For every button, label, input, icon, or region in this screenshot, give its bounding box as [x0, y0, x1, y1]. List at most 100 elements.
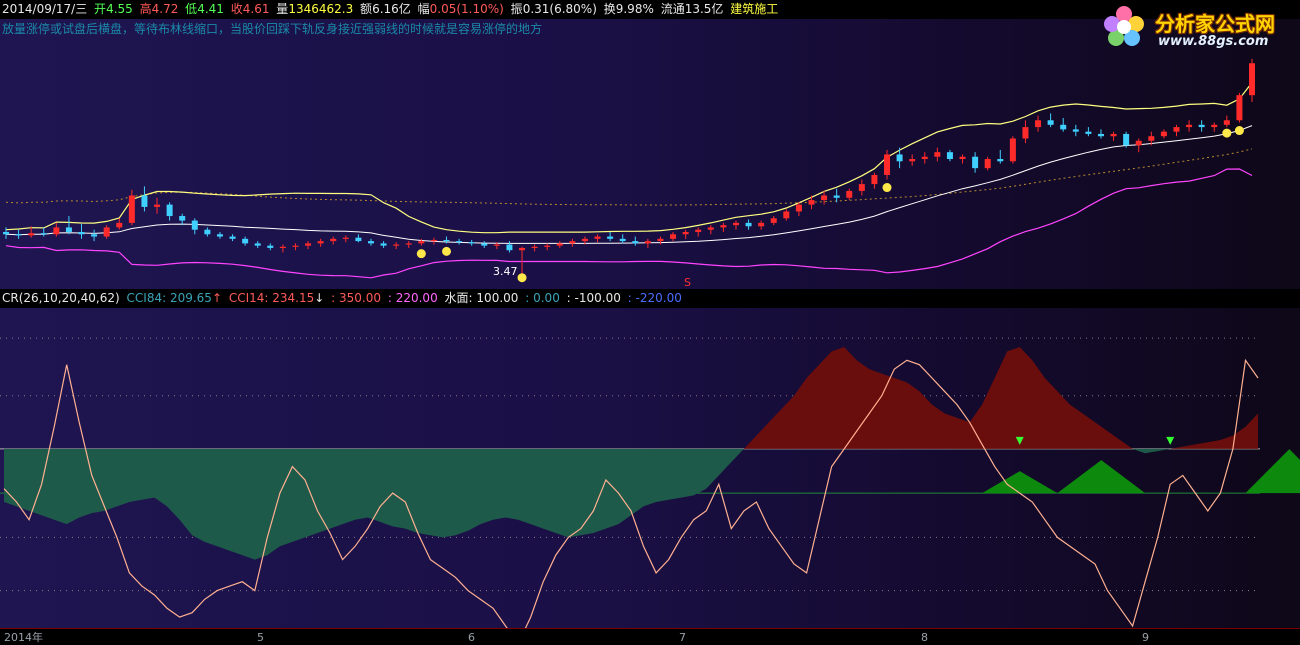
candle-body	[707, 227, 714, 230]
candle-body	[556, 243, 563, 246]
turnover-label: 换	[603, 2, 616, 16]
candle-body	[833, 195, 840, 198]
indicator-name[interactable]: CR(26,10,20,40,62)	[2, 291, 120, 305]
candle-body	[1135, 140, 1142, 146]
candle-body	[1072, 129, 1079, 132]
candle-body	[91, 234, 98, 237]
cci84-label: CCI84:	[126, 291, 167, 305]
candle-body	[1123, 133, 1130, 146]
level-0: : 0.00	[525, 291, 560, 305]
candle-body	[1223, 120, 1230, 125]
candle-body	[644, 241, 651, 244]
candle-body	[28, 233, 35, 236]
signal-dot-icon	[882, 183, 892, 193]
candle-body	[519, 247, 526, 251]
amplitude-value: 0.31(6.80%)	[522, 2, 597, 16]
candle-body	[78, 231, 85, 235]
signal-spike-area	[1057, 460, 1146, 494]
candle-body	[3, 231, 9, 235]
high-value: 4.72	[151, 2, 179, 16]
candle-body	[921, 156, 928, 160]
candle-body	[279, 246, 286, 248]
candle-body	[330, 238, 337, 242]
candle-body	[15, 234, 22, 236]
candle-body	[997, 159, 1004, 162]
candle-body	[745, 222, 752, 227]
candle-body	[1097, 133, 1104, 137]
candle-body	[443, 239, 450, 242]
axis-label-august: 8	[921, 631, 928, 644]
candle-body	[821, 195, 828, 201]
indicator-info-bar: CR(26,10,20,40,62) CCI84: 209.65↑ CCI14:…	[0, 289, 1300, 308]
candle-body	[946, 152, 953, 160]
candle-body	[204, 229, 211, 235]
amount-value: 6.16亿	[372, 2, 411, 16]
candle-body	[1085, 131, 1092, 134]
price-chart: 3.47 S	[3, 58, 1255, 289]
candle-body	[166, 204, 173, 217]
candle-body	[191, 220, 198, 230]
candle-body	[1022, 127, 1029, 139]
candle-body	[1160, 131, 1167, 137]
candle-body	[695, 229, 702, 232]
candle-body	[896, 154, 903, 162]
candle-body	[481, 243, 488, 246]
candle-body	[468, 242, 475, 244]
candle-body	[544, 245, 551, 247]
candle-body	[1211, 124, 1218, 128]
candle-body	[808, 200, 815, 205]
amplitude-label: 振	[510, 2, 523, 16]
sector-label: 建筑施工	[730, 2, 779, 16]
candle-body	[1009, 138, 1016, 162]
cci14-value: 234.15	[272, 291, 315, 305]
candle-body	[607, 236, 614, 239]
candle-body	[984, 159, 991, 169]
axis-label-year: 2014年	[4, 631, 43, 644]
candle-body	[1148, 136, 1155, 141]
candle-body	[581, 238, 588, 242]
candle-body	[418, 241, 425, 244]
candle-body	[720, 225, 727, 228]
signal-dot-icon	[416, 249, 426, 259]
candle-body	[934, 152, 941, 157]
float-label: 流通	[660, 2, 685, 16]
date-label: 2014/09/17/三	[2, 2, 88, 16]
candle-body	[128, 195, 135, 223]
candle-body	[531, 246, 538, 248]
open-label: 开	[94, 2, 107, 16]
candle-body	[367, 241, 374, 244]
signal-dot-icon	[1234, 126, 1244, 136]
axis-label-july: 7	[679, 631, 686, 644]
candle-body	[783, 211, 790, 219]
candle-body	[254, 243, 261, 246]
candle-body	[1236, 95, 1243, 121]
candle-body	[1110, 133, 1117, 137]
long-ma-line	[5, 148, 1253, 206]
price-low-label: 3.47	[493, 265, 518, 278]
candle-body	[972, 156, 979, 169]
candle-body	[569, 241, 576, 244]
time-axis: 2014年 5 6 7 8 9	[0, 628, 1300, 645]
sell-signal-label: S	[684, 276, 691, 289]
candle-body	[795, 204, 802, 212]
candle-body	[657, 238, 664, 242]
cci84-value: 209.65	[169, 291, 212, 305]
candle-body	[493, 244, 500, 246]
cci84-negative-area	[4, 448, 1258, 560]
candle-body	[1173, 127, 1180, 132]
signal-dot-icon	[1222, 128, 1232, 138]
change-value: 0.05(1.10%)	[429, 2, 504, 16]
candle-body	[216, 234, 223, 237]
candle-body	[267, 245, 274, 248]
cci14-label: CCI14:	[228, 291, 269, 305]
float-value: 13.5亿	[684, 2, 724, 16]
volume-label: 量	[276, 2, 289, 16]
candle-body	[65, 227, 72, 232]
candle-body	[858, 184, 865, 191]
close-label: 收	[230, 2, 243, 16]
candle-body	[909, 159, 916, 162]
candle-body	[393, 244, 400, 246]
candle-body	[53, 227, 60, 235]
candle-body	[154, 204, 161, 207]
candle-body	[1198, 124, 1205, 128]
